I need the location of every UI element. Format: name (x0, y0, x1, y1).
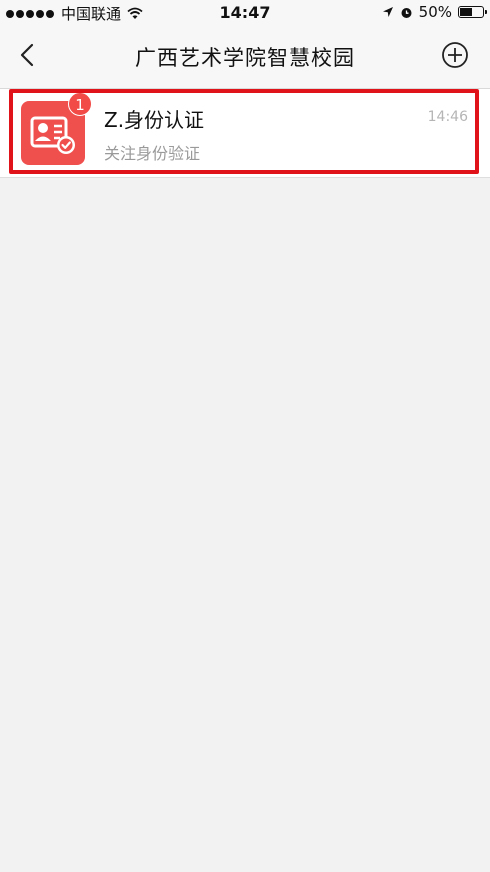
highlight-box (9, 89, 479, 174)
location-arrow-icon (382, 7, 393, 17)
status-bar: 中国联通 14:47 50% (0, 0, 490, 26)
conversation-list: 1 Z.身份认证 关注身份验证 14:46 (0, 89, 490, 178)
alarm-icon (401, 7, 412, 18)
list-item[interactable]: 1 Z.身份认证 关注身份验证 14:46 (0, 89, 490, 178)
battery-percent: 50% (418, 3, 452, 21)
page-title: 广西艺术学院智慧校园 (135, 46, 355, 70)
plus-circle-icon (442, 42, 468, 68)
battery-icon (458, 6, 487, 18)
header: 中国联通 14:47 50% 广西艺术学院智慧校园 (0, 0, 490, 89)
nav-bar: 广西艺术学院智慧校园 (0, 26, 490, 88)
status-right: 50% (376, 3, 487, 21)
add-button[interactable] (440, 40, 470, 70)
